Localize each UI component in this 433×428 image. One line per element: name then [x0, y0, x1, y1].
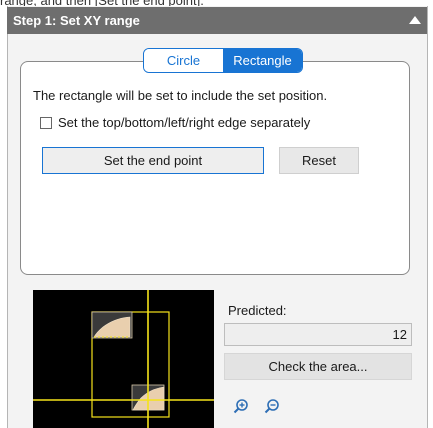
rectangle-option[interactable]: Rectangle	[223, 49, 302, 72]
shape-toggle[interactable]: Circle Rectangle	[143, 48, 303, 73]
panel-header[interactable]: Step 1: Set XY range	[7, 7, 427, 34]
panel-title: Step 1: Set XY range	[13, 13, 140, 28]
reset-button[interactable]: Reset	[279, 147, 359, 174]
xy-range-preview[interactable]	[33, 290, 214, 428]
circle-option[interactable]: Circle	[144, 49, 223, 72]
preview-canvas	[33, 290, 214, 428]
check-area-button[interactable]: Check the area...	[224, 353, 412, 380]
set-end-point-button[interactable]: Set the end point	[42, 147, 264, 174]
predicted-label: Predicted:	[228, 303, 287, 318]
rectangle-description: The rectangle will be set to include the…	[33, 88, 328, 103]
separate-edges-label: Set the top/bottom/left/right edge separ…	[58, 115, 311, 130]
zoom-out-icon[interactable]	[259, 395, 285, 419]
separate-edges-row[interactable]: Set the top/bottom/left/right edge separ…	[40, 115, 310, 130]
zoom-in-icon[interactable]	[228, 395, 254, 419]
separate-edges-checkbox[interactable]	[40, 116, 52, 129]
collapse-triangle-icon[interactable]	[409, 16, 421, 24]
predicted-value: 12	[224, 323, 412, 346]
